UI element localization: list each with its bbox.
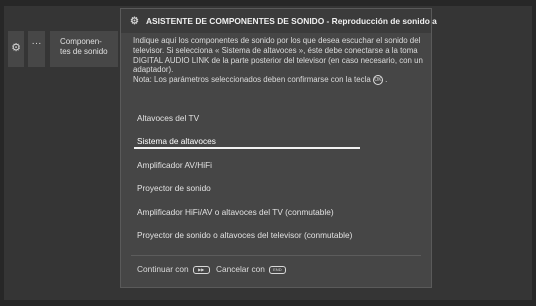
sound-components-label-2: tes de sonido [60,47,108,56]
option-speaker-system[interactable]: Sistema de altavoces [137,136,216,146]
ok-key-icon: OK [372,75,383,86]
sound-components-tile[interactable]: Componen- tes de sonido [50,31,118,67]
more-menu-tile[interactable]: ··· [28,31,45,67]
option-projector-or-tv-switchable[interactable]: Proyector de sonido o altavoces del tele… [137,230,352,240]
option-sound-projector[interactable]: Proyector de sonido [137,183,211,193]
more-label: ··· [31,38,42,49]
forward-key-icon[interactable]: ▶▶ [192,265,210,274]
dialog-title-bar: ⚙ ASISTENTE DE COMPONENTES DE SONIDO - Re… [121,9,437,33]
footer-divider [131,255,421,256]
gear-icon: ⚙ [11,42,21,54]
gear-menu-tile[interactable]: ⚙ [8,31,24,67]
sound-assistant-dialog: ⚙ ASISTENTE DE COMPONENTES DE SONIDO - Re… [120,8,437,288]
note-end: . [385,75,388,85]
gear-icon: ⚙ [130,16,139,27]
option-amplifier-or-tv-switchable[interactable]: Amplificador HiFi/AV o altavoces del TV … [137,207,334,217]
selection-highlight [134,147,360,149]
option-av-hifi-amplifier[interactable]: Amplificador AV/HiFi [137,160,212,170]
end-key-icon[interactable]: END [268,265,286,274]
option-tv-speakers[interactable]: Altavoces del TV [137,113,199,123]
dialog-footer: Continuar con ▶▶ Cancelar con END [137,264,290,274]
cancel-label: Cancelar con [215,264,265,274]
continue-label: Continuar con [137,264,189,274]
dialog-title: ASISTENTE DE COMPONENTES DE SONIDO - Rep… [146,16,437,26]
dialog-description: Indique aquí los componentes de sonido p… [133,36,427,86]
note-text: Nota: Los parámetros seleccionados deben… [133,75,371,85]
description-text: Indique aquí los componentes de sonido p… [133,36,423,75]
sound-components-label-1: Componen- [60,37,102,46]
